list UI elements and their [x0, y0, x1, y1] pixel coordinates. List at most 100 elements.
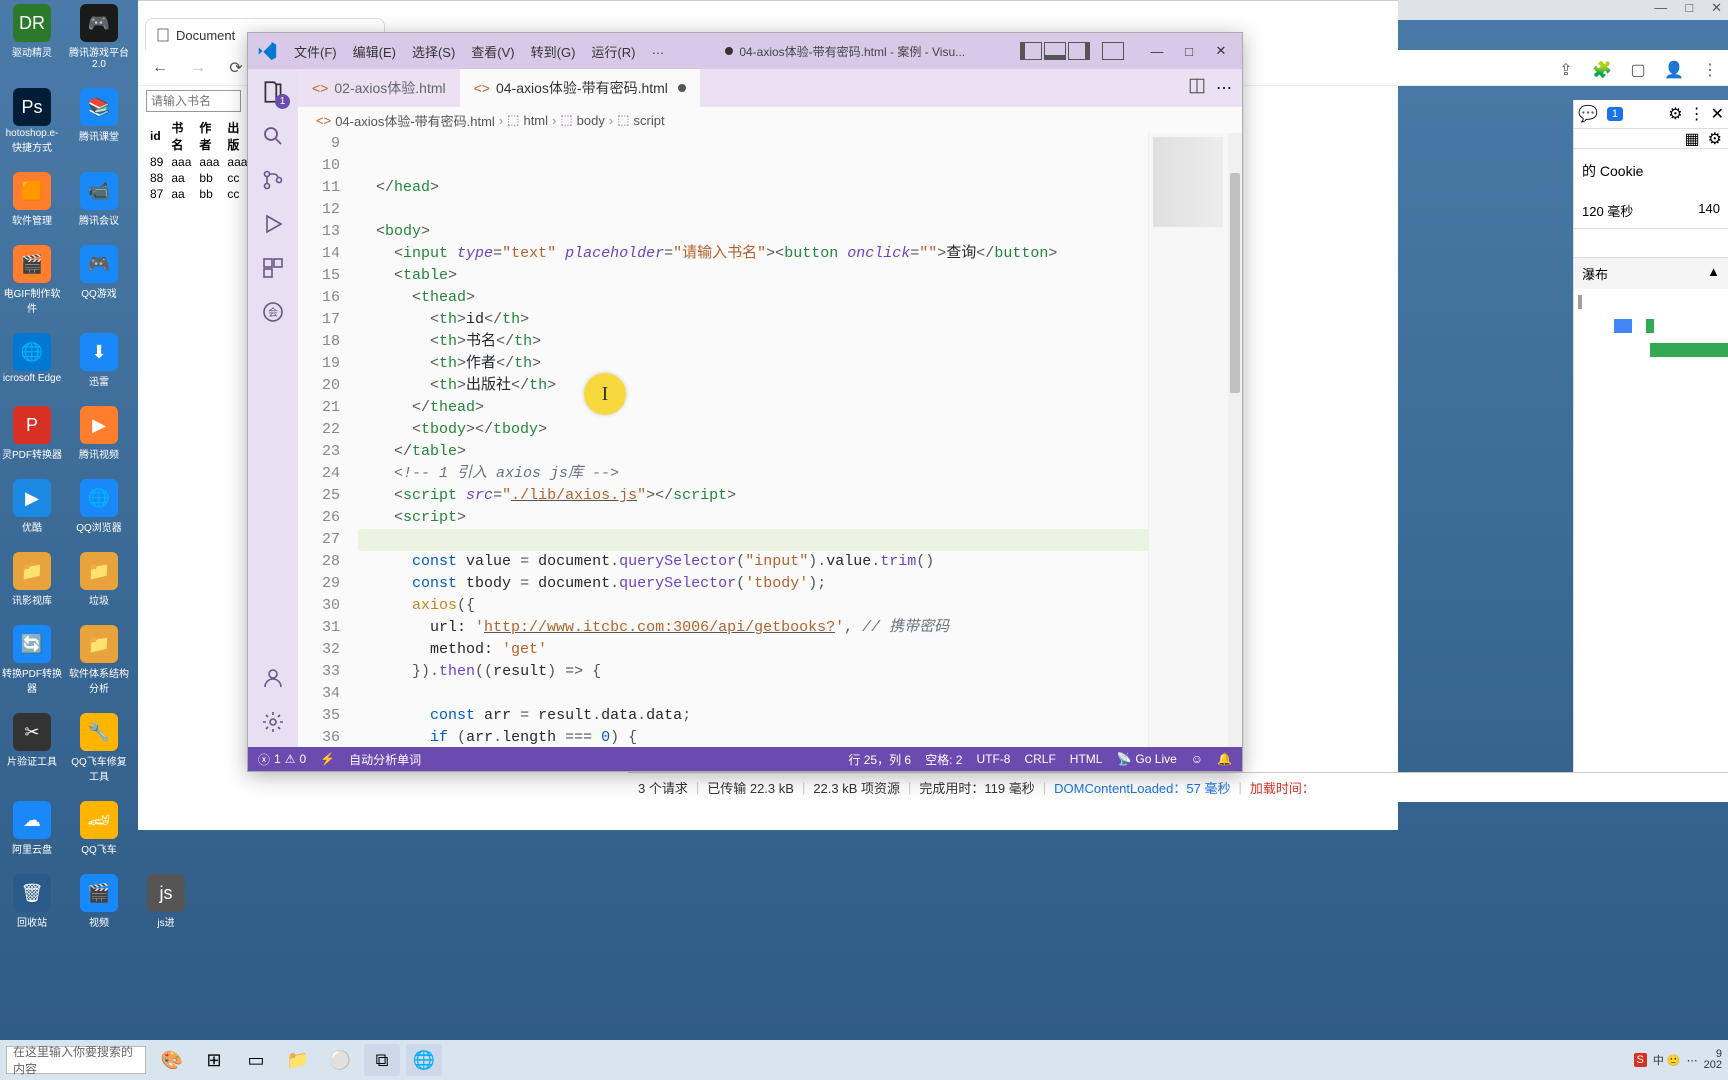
desktop-icon[interactable]: 🎮QQ游戏: [69, 245, 129, 315]
waterfall-header[interactable]: 瀑布 ▲: [1574, 258, 1728, 289]
desktop-icon[interactable]: 🔄转换PDF转换器: [2, 625, 62, 695]
browser-close-icon[interactable]: ✕: [1711, 0, 1722, 16]
explorer-icon[interactable]: 1: [258, 77, 288, 107]
analyze-words-button[interactable]: 自动分析单词: [349, 751, 421, 768]
reading-list-icon[interactable]: ▢: [1624, 56, 1652, 84]
account-icon[interactable]: [258, 663, 288, 693]
desktop-icon[interactable]: 🟧软件管理: [2, 172, 62, 227]
back-icon[interactable]: ←: [146, 54, 174, 82]
desktop-icon[interactable]: ▶优酷: [2, 479, 62, 534]
desktop-icon[interactable]: 🌐icrosoft Edge: [2, 333, 62, 388]
desktop-icon[interactable]: 📁垃圾: [69, 552, 129, 607]
gear-icon[interactable]: ⚙: [1668, 104, 1682, 124]
tray-ime-icon[interactable]: S: [1634, 1053, 1647, 1067]
split-editor-icon[interactable]: [1188, 77, 1206, 100]
bell-icon[interactable]: 🔔: [1217, 751, 1232, 768]
minimap[interactable]: [1148, 133, 1228, 747]
maximize-icon[interactable]: □: [1176, 40, 1202, 62]
breadcrumb-item[interactable]: ⬚body: [560, 112, 605, 128]
extensions-icon[interactable]: [258, 253, 288, 283]
taskview-icon[interactable]: ⊞: [196, 1044, 232, 1076]
scrollbar[interactable]: [1228, 133, 1242, 747]
layout-bottom-icon[interactable]: [1044, 42, 1066, 60]
menu-item[interactable]: 编辑(E): [347, 38, 402, 65]
scrollbar-thumb[interactable]: [1230, 173, 1240, 393]
feedback-icon[interactable]: ☺: [1191, 751, 1203, 768]
desktop-icon[interactable]: 🎬视频: [69, 874, 129, 929]
browser-min-icon[interactable]: —: [1654, 0, 1667, 16]
minimize-icon[interactable]: —: [1144, 40, 1170, 62]
search-icon[interactable]: [258, 121, 288, 151]
close-icon[interactable]: ✕: [1208, 40, 1234, 62]
indentation[interactable]: 空格: 2: [925, 751, 962, 768]
desktop-icon[interactable]: 📁讯影视库: [2, 552, 62, 607]
settings-gear-icon[interactable]: [258, 707, 288, 737]
language-mode[interactable]: HTML: [1070, 751, 1103, 768]
eol[interactable]: CRLF: [1024, 751, 1055, 768]
forward-icon[interactable]: →: [184, 54, 212, 82]
desktop-icon[interactable]: 🏎QQ飞车: [69, 801, 129, 856]
menu-item[interactable]: 运行(R): [585, 38, 641, 65]
code-area[interactable]: </head> <body> <input type="text" placeh…: [358, 133, 1148, 747]
menu-icon[interactable]: ⋮: [1696, 56, 1724, 84]
taskbar-search-input[interactable]: 在这里输入你要搜索的内容: [6, 1046, 146, 1074]
menu-item[interactable]: 选择(S): [406, 38, 461, 65]
chrome-taskbar-icon[interactable]: 🌐: [406, 1044, 442, 1076]
desktop-icon[interactable]: DR驱动精灵: [2, 4, 62, 70]
breadcrumb-item[interactable]: ⬚html: [507, 112, 548, 128]
filter-icon[interactable]: ▦: [1685, 129, 1700, 149]
vscode-titlebar[interactable]: 文件(F)编辑(E)选择(S)查看(V)转到(G)运行(R)… 04-axios…: [248, 33, 1242, 69]
desktop-icon[interactable]: Pshotoshop.e-快捷方式: [2, 88, 62, 154]
desktop-icon[interactable]: 🎬电GIF制作软件: [2, 245, 62, 315]
vscode-taskbar-icon[interactable]: ⧉: [364, 1044, 400, 1076]
app-icon[interactable]: ⚪: [322, 1044, 358, 1076]
source-control-icon[interactable]: [258, 165, 288, 195]
layout-grid-icon[interactable]: [1102, 42, 1124, 60]
lightning-icon[interactable]: ⚡: [320, 752, 335, 766]
devtools-close-icon[interactable]: ✕: [1711, 104, 1724, 124]
tray-more-icon[interactable]: ⋯: [1687, 1054, 1698, 1067]
share-icon[interactable]: ⇪: [1552, 56, 1580, 84]
layout-right-icon[interactable]: [1068, 42, 1090, 60]
code-editor[interactable]: 9101112131415161718192021222324252627282…: [298, 133, 1242, 747]
desktop-icon[interactable]: 🗑回收站: [2, 874, 62, 929]
gear-icon[interactable]: ⚙: [1708, 129, 1722, 149]
tray-date[interactable]: 202: [1704, 1060, 1722, 1071]
desktop-icon[interactable]: jsjs进: [136, 874, 196, 929]
extensions-icon[interactable]: 🧩: [1588, 56, 1616, 84]
taskview2-icon[interactable]: ▭: [238, 1044, 274, 1076]
cursor-position[interactable]: 行 25，列 6: [848, 751, 911, 768]
desktop-icon[interactable]: 📚腾讯课堂: [69, 88, 129, 154]
devtools-more-icon[interactable]: ⋮: [1689, 104, 1705, 124]
messages-icon[interactable]: 💬: [1578, 104, 1598, 124]
remote-icon[interactable]: 会: [258, 297, 288, 327]
book-search-input[interactable]: [146, 90, 241, 112]
desktop-icon[interactable]: ✂片验证工具: [2, 713, 62, 783]
desktop-icon[interactable]: ⬇迅雷: [69, 333, 129, 388]
cortana-icon[interactable]: 🎨: [154, 1044, 190, 1076]
menu-item[interactable]: 转到(G): [525, 38, 582, 65]
tray-lang-icon[interactable]: 中 🙂: [1653, 1052, 1681, 1068]
profile-icon[interactable]: 👤: [1660, 56, 1688, 84]
desktop-icon[interactable]: 🎮腾讯游戏平台2.0: [69, 4, 129, 70]
encoding[interactable]: UTF-8: [976, 751, 1010, 768]
desktop-icon[interactable]: 📁软件体系结构分析: [69, 625, 129, 695]
reload-icon[interactable]: ⟳: [222, 54, 250, 82]
problems-button[interactable]: ⓧ1 ⚠0: [258, 751, 306, 768]
desktop-icon[interactable]: P灵PDF转换器: [2, 406, 62, 461]
debug-icon[interactable]: [258, 209, 288, 239]
desktop-icon[interactable]: ☁阿里云盘: [2, 801, 62, 856]
menu-item[interactable]: 文件(F): [288, 38, 343, 65]
menu-item[interactable]: …: [645, 38, 670, 65]
desktop-icon[interactable]: 🔧QQ飞车修复工具: [69, 713, 129, 783]
editor-tab[interactable]: <>02-axios体验.html: [298, 69, 460, 107]
desktop-icon[interactable]: 📹腾讯会议: [69, 172, 129, 227]
file-explorer-icon[interactable]: 📁: [280, 1044, 316, 1076]
editor-tab[interactable]: <>04-axios体验-带有密码.html: [460, 69, 700, 107]
more-actions-icon[interactable]: ⋯: [1216, 78, 1232, 98]
go-live-button[interactable]: 📡 Go Live: [1116, 751, 1176, 768]
breadcrumb-item[interactable]: <>04-axios体验-带有密码.html: [316, 111, 495, 130]
browser-max-icon[interactable]: □: [1685, 0, 1693, 16]
breadcrumb-item[interactable]: ⬚script: [617, 112, 664, 128]
desktop-icon[interactable]: 🌐QQ浏览器: [69, 479, 129, 534]
